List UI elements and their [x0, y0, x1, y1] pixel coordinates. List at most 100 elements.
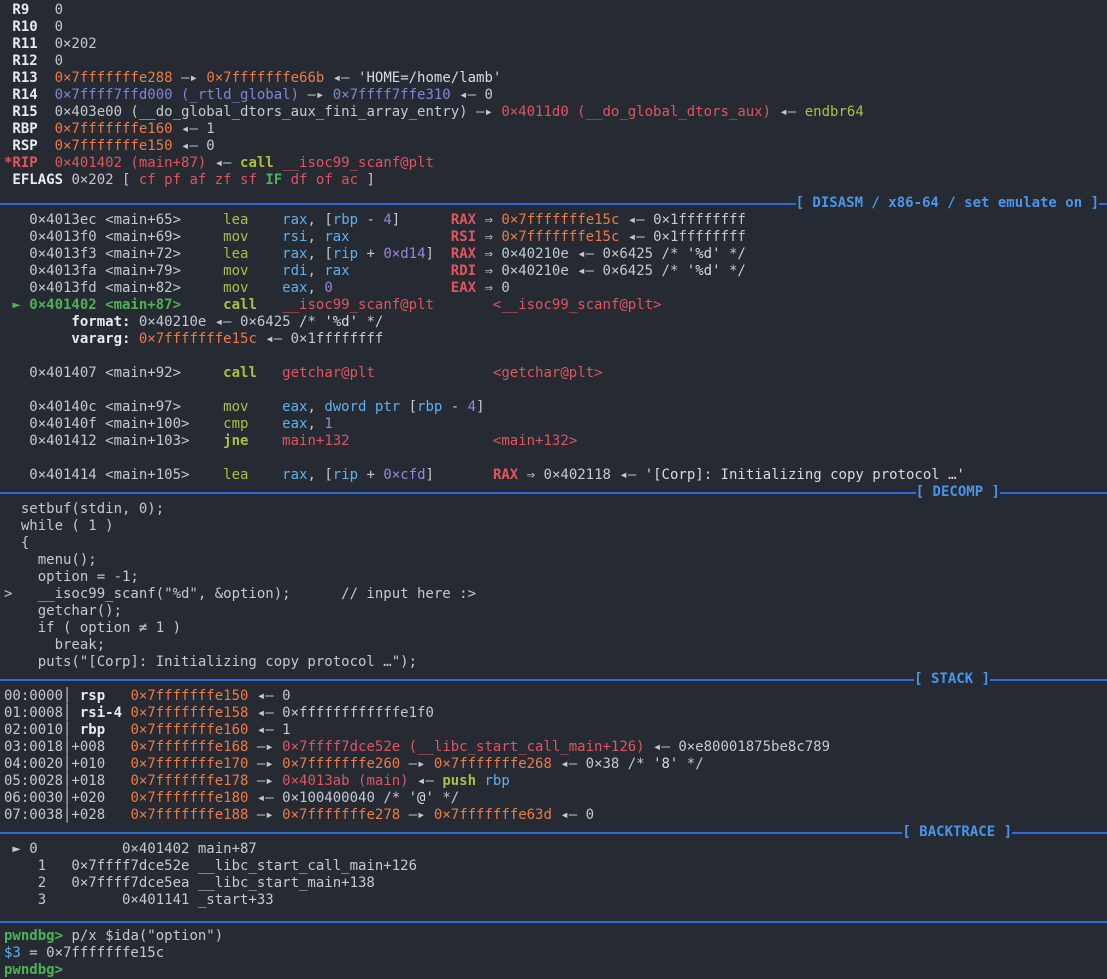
text-segment: 0×7fffffffe260	[282, 756, 400, 772]
text-segment: *RIP	[4, 155, 38, 171]
text-segment: lea	[223, 212, 248, 228]
pwndbg-terminal[interactable]: R9 0 R10 0 R11 0×202 R12 0 R13 0×7ffffff…	[0, 0, 1107, 979]
text-segment: {	[4, 535, 29, 551]
text-segment: 0×40140c <main+97>	[4, 399, 223, 415]
text-segment: rbp	[333, 212, 358, 228]
text-segment	[333, 280, 451, 296]
text-segment: 0×7fffffffe170	[130, 756, 248, 772]
terminal-line: > __isoc99_scanf("%d", &option); // inpu…	[0, 586, 1107, 603]
text-segment: endbr64	[805, 104, 864, 120]
text-segment: while ( 1 )	[4, 518, 114, 534]
text-segment: 1	[324, 416, 332, 432]
terminal-line: R11 0×202	[0, 36, 1107, 53]
backtrace-panel-header: [ BACKTRACE ]	[0, 824, 1107, 841]
text-segment: 07:0038│+028	[4, 807, 130, 823]
text-segment: 0×7fffffffe150	[55, 138, 173, 154]
terminal-line: vararg: 0×7fffffffe15c ◂— 0×1ffffffff	[0, 331, 1107, 348]
text-segment: ]	[476, 399, 484, 415]
text-segment: if ( option ≠ 1 )	[4, 620, 181, 636]
text-segment: , [	[307, 467, 332, 483]
text-segment: pwndbg>	[4, 962, 71, 978]
text-segment: +	[358, 246, 383, 262]
text-segment: 0×4013ab (main)	[282, 773, 408, 789]
divider-line	[1099, 203, 1107, 205]
terminal-line: {	[0, 535, 1107, 552]
stack-panel: 00:0000│ rsp 0×7fffffffe150 ◂— 001:0008│…	[0, 688, 1107, 824]
text-segment	[248, 263, 282, 279]
text-segment: ⇒	[476, 229, 501, 245]
text-segment: ► 0×401402 <main+87>	[4, 297, 223, 313]
text-segment: 06:0030│+020	[4, 790, 130, 806]
text-segment: $3	[4, 945, 21, 961]
text-segment: ]	[358, 172, 375, 188]
text-segment: cf pf af zf sf	[139, 172, 265, 188]
text-segment: jne	[223, 433, 248, 449]
terminal-line: R15 0×403e00 (__do_global_dtors_aux_fini…	[0, 104, 1107, 121]
text-segment: 0×40210e ◂— 0×6425 /*	[130, 314, 324, 330]
text-segment: rax	[324, 229, 349, 245]
text-segment: R15	[4, 104, 38, 120]
text-segment: */	[678, 756, 703, 772]
terminal-line: 07:0038│+028 0×7fffffffe188 —▸ 0×7ffffff…	[0, 807, 1107, 824]
text-segment: 0×40140f <main+100>	[4, 416, 223, 432]
stack-panel-header: [ STACK ]	[0, 671, 1107, 688]
text-segment: 0×7ffff7ffd000 (_rtld_global)	[55, 87, 299, 103]
text-segment: ,	[307, 263, 324, 279]
text-segment: rip	[333, 246, 358, 262]
text-segment	[248, 212, 282, 228]
text-segment	[248, 280, 282, 296]
text-segment	[38, 70, 55, 86]
terminal-line: ► 0×401402 <main+87> call __isoc99_scanf…	[0, 297, 1107, 314]
text-segment: 04:0020│+010	[4, 756, 130, 772]
terminal-line: RBP 0×7fffffffe160 ◂— 1	[0, 121, 1107, 138]
text-segment: ◂— 0×ffffffffffffe1f0	[248, 705, 433, 721]
text-segment: 3 0×401141 _start+33	[4, 892, 274, 908]
text-segment: ◂— 0×38 /*	[552, 756, 653, 772]
text-segment: 0×4013fa <main+79>	[4, 263, 223, 279]
terminal-line: pwndbg> p/x $ida("option")	[0, 928, 1107, 945]
text-segment: ]	[392, 212, 451, 228]
terminal-line: R13 0×7fffffffe288 —▸ 0×7fffffffe66b ◂— …	[0, 70, 1107, 87]
text-segment: [	[400, 399, 417, 415]
disasm-panel: 0×4013ec <main+65> lea rax, [rbp - 4] RA…	[0, 212, 1107, 484]
text-segment	[130, 331, 138, 347]
text-segment: 0×7fffffffe178	[130, 773, 248, 789]
text-segment: 0×cfd	[383, 467, 425, 483]
text-segment: 0	[29, 2, 63, 18]
text-segment: rsi	[282, 229, 307, 245]
console-panel[interactable]: pwndbg> p/x $ida("option")$3 = 0×7ffffff…	[0, 928, 1107, 979]
text-segment: rbp	[484, 773, 509, 789]
text-segment: rax	[282, 467, 307, 483]
terminal-line: format: 0×40210e ◂— 0×6425 /* '%d' */	[0, 314, 1107, 331]
text-segment: 0×7fffffffe66b	[206, 70, 324, 86]
text-segment: <main+132>	[493, 433, 577, 449]
terminal-line: 2 0×7ffff7dce5ea __libc_start_main+138	[0, 875, 1107, 892]
terminal-line: 1 0×7ffff7dce52e __libc_start_call_main+…	[0, 858, 1107, 875]
text-segment: R10	[4, 19, 38, 35]
text-segment: getchar();	[4, 603, 122, 619]
text-segment: 00:0000│	[4, 688, 80, 704]
text-segment: option = -1;	[4, 569, 139, 585]
text-segment: lea	[223, 467, 248, 483]
terminal-line: 0×401412 <main+103> jne main+132 <main+1…	[0, 433, 1107, 450]
text-segment: call	[240, 155, 274, 171]
text-segment: 0×7fffffffe63d	[434, 807, 552, 823]
text-segment: ◂— 0×1ffffffff	[619, 212, 745, 228]
decomp-header-label: [ DECOMP ]	[916, 484, 1000, 501]
text-segment: ◂—	[324, 70, 358, 86]
text-segment: 1 0×7ffff7dce52e __libc_start_call_main+…	[4, 858, 417, 874]
terminal-line: 0×40140f <main+100> cmp eax, 1	[0, 416, 1107, 433]
text-segment: ◂— 1	[248, 722, 290, 738]
text-segment: ◂—	[409, 773, 443, 789]
text-segment: = 0×7fffffffe15c	[21, 945, 164, 961]
text-segment: ⇒ 0×402118 ◂—	[518, 467, 644, 483]
text-segment	[248, 246, 282, 262]
text-segment: 01:0008│	[4, 705, 80, 721]
disasm-panel-header: [ DISASM / x86-64 / set emulate on ]	[0, 195, 1107, 212]
text-segment: 0×7fffffffe288	[55, 70, 173, 86]
text-segment: —▸	[248, 739, 282, 755]
decomp-panel: setbuf(stdin, 0); while ( 1 ) { menu(); …	[0, 501, 1107, 671]
text-segment	[248, 433, 282, 449]
text-segment: */	[358, 314, 383, 330]
text-segment: RBP	[4, 121, 38, 137]
